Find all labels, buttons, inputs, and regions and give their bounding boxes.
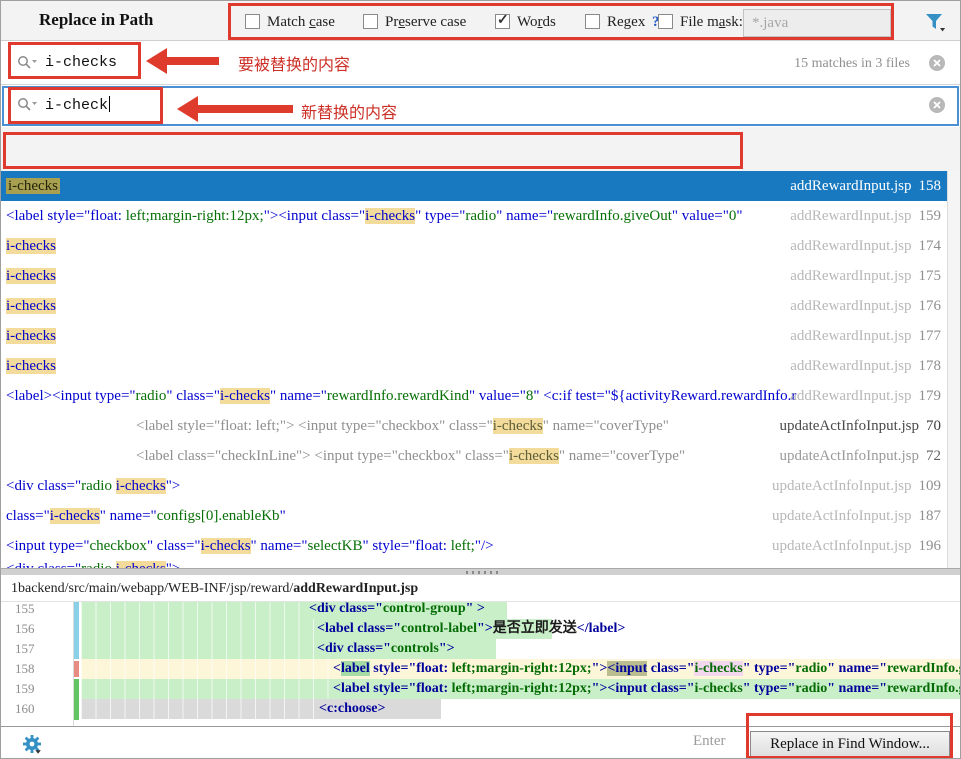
annotation-box-find	[8, 42, 141, 79]
code-line: <div class="controls">	[1, 639, 960, 659]
result-row[interactable]: i-checks addRewardInput.jsp 174	[1, 231, 947, 261]
result-row[interactable]: <label class="checkInLine"> <input type=…	[1, 441, 947, 471]
result-row[interactable]: i-checks addRewardInput.jsp 176	[1, 291, 947, 321]
dialog-title: Replace in Path	[39, 10, 154, 29]
result-row[interactable]: i-checks addRewardInput.jsp 177	[1, 321, 947, 351]
annotation-box-replace	[8, 87, 163, 124]
results-scrollbar[interactable]	[947, 171, 960, 568]
result-row[interactable]: <label style="float: left;"> <input type…	[1, 411, 947, 441]
gear-icon[interactable]	[21, 733, 45, 757]
splitter-grip	[466, 571, 498, 574]
annotation-note-find: 要被替换的内容	[238, 57, 351, 74]
result-row[interactable]: i-checks addRewardInput.jsp 158	[1, 171, 947, 201]
code-line: <label class="control-label">是否立即发送</lab…	[1, 619, 960, 639]
result-row[interactable]: class="i-checks" name="configs[0].enable…	[1, 501, 947, 531]
annotation-note-replace: 新替换的内容	[301, 105, 398, 122]
result-row[interactable]: i-checks addRewardInput.jsp 175	[1, 261, 947, 291]
path-filename: addRewardInput.jsp	[293, 581, 419, 596]
result-row[interactable]: <div class="radio i-checks"> updateActIn…	[1, 471, 947, 501]
annotation-box-button	[746, 713, 953, 758]
annotation-box-scope	[3, 132, 743, 169]
annotation-box-options	[228, 3, 894, 40]
preview-editor: 155 156 157 158 159 160 <div class="cont…	[1, 602, 960, 726]
preview-file-path: 1backend/src/main/webapp/WEB-INF/jsp/rew…	[1, 575, 960, 602]
code-line-current-match: <label style="float: left;margin-right:1…	[1, 659, 960, 679]
splitter-handle[interactable]	[1, 568, 960, 575]
filter-icon[interactable]	[923, 11, 945, 33]
result-row[interactable]: <label><input type="radio" class="i-chec…	[1, 381, 947, 411]
results-list: i-checks addRewardInput.jsp 158 <label st…	[1, 171, 947, 568]
enter-hint: Enter	[693, 733, 726, 749]
path-directory: 1backend/src/main/webapp/WEB-INF/jsp/rew…	[11, 581, 294, 596]
result-row-clipped[interactable]: <div class="radio i-checks">	[1, 554, 947, 568]
code-line: <label style="float: left;margin-right:1…	[1, 679, 960, 699]
annotation-arrow-replace	[177, 96, 293, 122]
code-line: <div class="control-group" >	[1, 602, 960, 619]
replace-in-path-dialog: Replace in Path Match case Preserve case…	[0, 0, 961, 759]
clear-search-icon[interactable]	[928, 54, 946, 72]
matches-summary: 15 matches in 3 files	[794, 56, 910, 71]
result-row[interactable]: <label style="float: left;margin-right:1…	[1, 201, 947, 231]
result-row[interactable]: i-checks addRewardInput.jsp 178	[1, 351, 947, 381]
annotation-arrow-find	[146, 48, 219, 74]
find-row: i-checks 15 matches in 3 files	[1, 41, 960, 85]
